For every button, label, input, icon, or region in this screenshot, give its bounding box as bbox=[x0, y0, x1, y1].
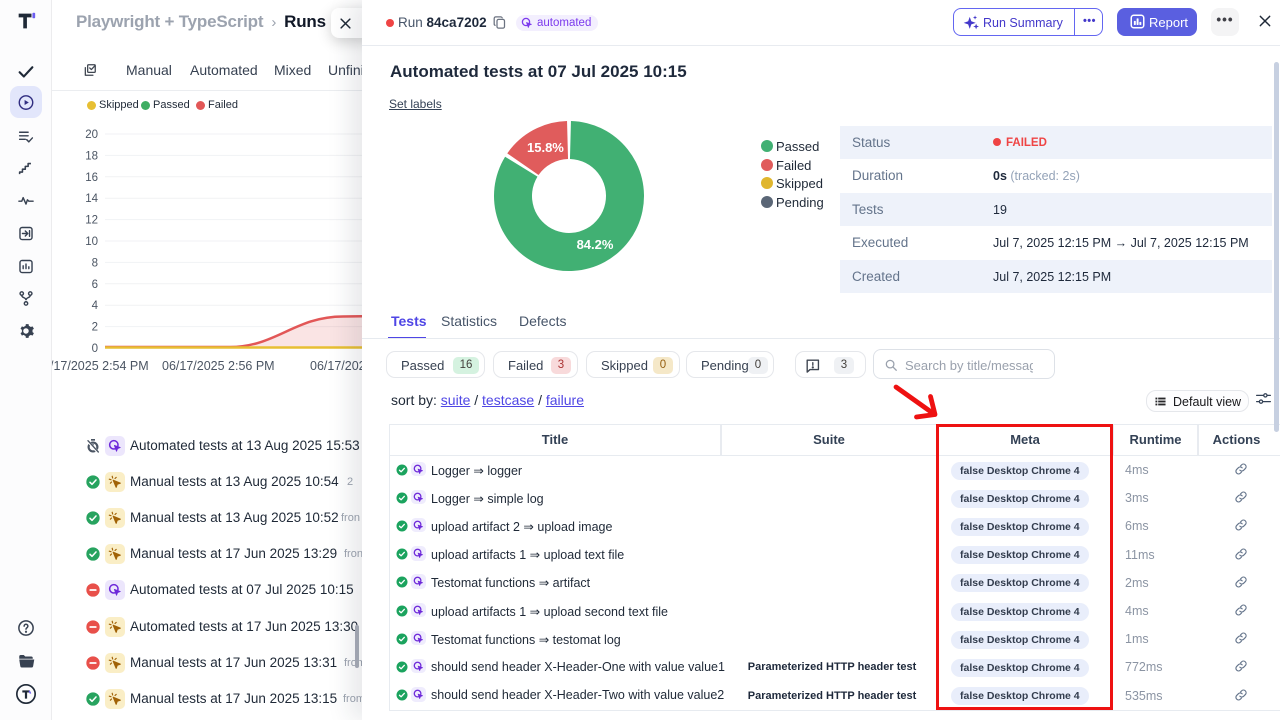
svg-text:0: 0 bbox=[92, 343, 98, 355]
svg-text:84.2%: 84.2% bbox=[577, 237, 614, 252]
svg-text:06/17/2025: 06/17/2025 bbox=[310, 359, 362, 373]
svg-text:12: 12 bbox=[85, 215, 98, 227]
svg-text:8: 8 bbox=[92, 257, 98, 269]
svg-text:14: 14 bbox=[85, 193, 98, 205]
svg-text:6: 6 bbox=[92, 279, 98, 291]
svg-text:18: 18 bbox=[85, 150, 98, 162]
svg-text:16: 16 bbox=[85, 172, 98, 184]
svg-text:2: 2 bbox=[92, 322, 98, 334]
svg-text:15.8%: 15.8% bbox=[527, 140, 564, 155]
svg-text:10: 10 bbox=[85, 236, 98, 248]
svg-text:/17/2025 2:54 PM: /17/2025 2:54 PM bbox=[52, 359, 149, 373]
svg-text:4: 4 bbox=[92, 300, 99, 312]
svg-text:06/17/2025 2:56 PM: 06/17/2025 2:56 PM bbox=[162, 359, 275, 373]
svg-text:20: 20 bbox=[85, 129, 98, 141]
